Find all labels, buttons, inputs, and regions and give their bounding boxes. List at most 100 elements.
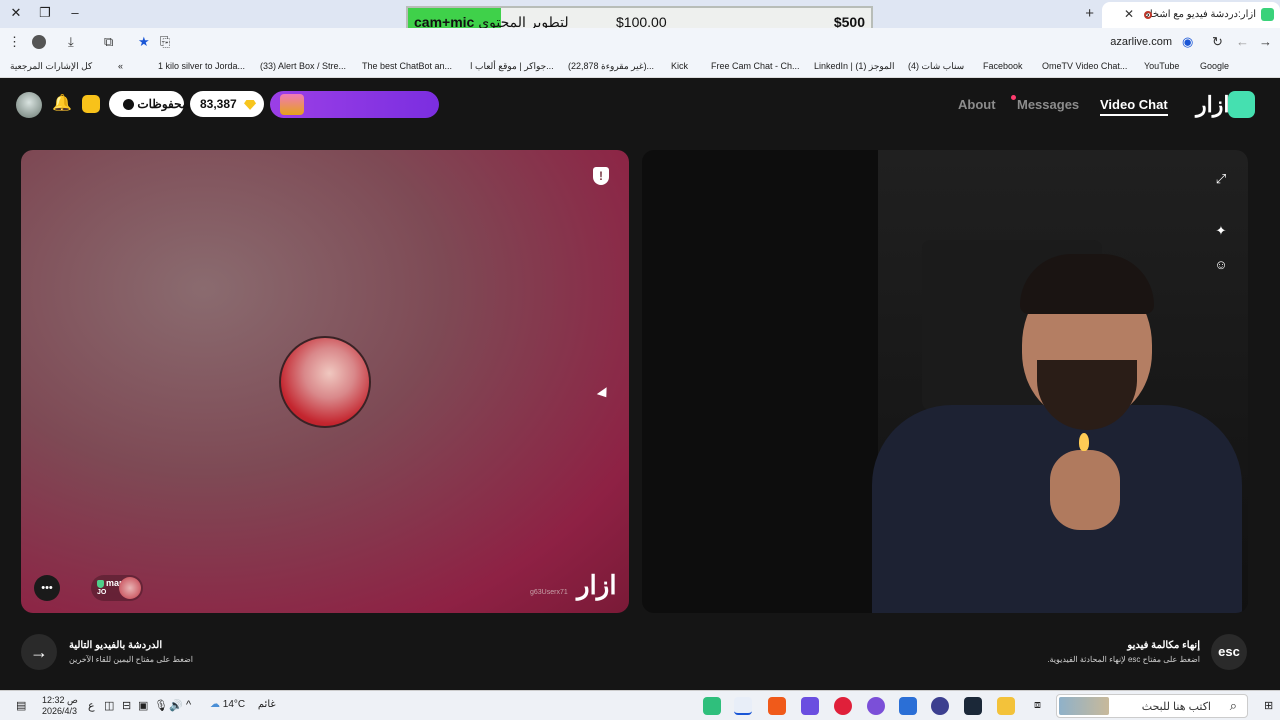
task-view-icon[interactable]: ⧈ — [1034, 699, 1041, 712]
bookmark-item[interactable]: Google — [1200, 61, 1229, 71]
peer-profile-picture — [279, 336, 371, 428]
weather-widget[interactable]: ☁ 14°C غائم — [210, 699, 276, 710]
tab-title: أزار:دردشة فيديو مع أشخاص — [1146, 9, 1256, 20]
share-icon[interactable]: ⎘ — [160, 34, 170, 50]
cloud-icon: ☁ — [210, 699, 220, 710]
tray-app-icon-2[interactable]: ▣ — [138, 699, 148, 712]
start-icon[interactable]: ⊞ — [1264, 699, 1273, 712]
shop-icon[interactable] — [82, 95, 100, 113]
chrome-icon[interactable] — [734, 697, 752, 715]
person-hand — [1050, 450, 1120, 530]
bookmark-item[interactable]: Facebook — [983, 61, 1023, 71]
next-chat-button[interactable]: → — [21, 634, 57, 670]
azar-logo[interactable]: ازار — [1196, 92, 1229, 118]
end-call-title: إنهاء مكالمة فيديو — [1127, 640, 1200, 651]
peer-user-id: g63Userx71 — [530, 589, 568, 596]
saved-button[interactable]: المحفوظات — [109, 91, 196, 117]
nav-video-chat[interactable]: Video Chat — [1100, 97, 1168, 116]
bookmark-item[interactable]: Kick — [671, 61, 688, 71]
azar-watermark: ازار — [577, 570, 617, 600]
self-video-panel: ⤢ ✦ ☺ — [642, 150, 1248, 613]
fullscreen-icon[interactable]: ⤢ — [1214, 172, 1228, 186]
taskbar-app-icon-3[interactable] — [867, 697, 885, 715]
tab-close-icon[interactable]: ✕ — [1124, 7, 1134, 21]
my-avatar[interactable] — [16, 92, 42, 118]
brave-icon[interactable] — [768, 697, 786, 715]
tray-app-icon[interactable]: ⊟ — [122, 699, 131, 712]
peer-video-panel: ! ••• marya JO g63Userx71 ازار — [21, 150, 629, 613]
bookmarks-overflow-icon[interactable]: « — [118, 61, 123, 71]
url-field[interactable]: azarlive.com — [1110, 36, 1172, 48]
volume-icon[interactable]: 🔊 — [169, 699, 183, 712]
promo-banner[interactable] — [270, 91, 439, 118]
bookmark-item[interactable]: 1 kilo silver to Jorda... — [158, 61, 245, 71]
reload-icon[interactable]: ↻ — [1212, 34, 1223, 50]
steam-icon[interactable] — [964, 697, 982, 715]
treasure-chest-icon — [280, 94, 304, 115]
taskbar-app-icon[interactable] — [703, 697, 721, 715]
clock-date: 2026/4/3 — [42, 706, 78, 716]
saved-label: المحفوظات — [137, 97, 196, 111]
taskbar-search[interactable]: اكتب هنا للبحث ⌕ — [1056, 694, 1248, 718]
bookmark-item[interactable]: LinkedIn | (1) الموجز — [814, 61, 895, 72]
back-icon[interactable]: → — [1259, 34, 1272, 49]
search-highlight-image — [1059, 697, 1109, 715]
obs-icon[interactable] — [931, 697, 949, 715]
taskbar-app-icon-2[interactable] — [801, 697, 819, 715]
notification-bell-icon[interactable]: 🔔 — [52, 93, 72, 113]
bookmark-star-icon[interactable]: ★ — [138, 34, 150, 50]
bookmark-item[interactable]: (22,878 غير مقروءة)... — [568, 61, 654, 72]
next-chat-title: الدردشة بالفيديو التالية — [69, 640, 163, 651]
notifications-icon[interactable]: ▤ — [16, 699, 26, 712]
face-filter-icon[interactable]: ☺ — [1214, 258, 1228, 272]
microphone-icon[interactable]: 🎙 — [154, 699, 168, 712]
search-placeholder: اكتب هنا للبحث — [1141, 701, 1211, 713]
window-minimize-icon[interactable]: – — [67, 5, 83, 21]
clock[interactable]: 12:32 ص 2026/4/3 — [42, 695, 78, 717]
forward-icon[interactable]: ← — [1236, 34, 1249, 49]
address-bar: ⋮ ⤓ ⧉ ★ ⎘ azarlive.com ◉ ↻ ← → — [0, 28, 1280, 56]
windows-taskbar: ▤ 12:32 ص 2026/4/3 ع ◫ ⊟ ▣ 🎙 🔊 ^ ☁ 14°C … — [0, 690, 1280, 720]
nav-about[interactable]: About — [958, 97, 996, 112]
new-tab-button[interactable]: + — [1085, 5, 1094, 22]
bookmark-item[interactable]: YouTube — [1144, 61, 1179, 71]
bookmark-item[interactable]: OmeTV Video Chat... — [1042, 61, 1127, 71]
gems-count: 83,387 — [200, 97, 237, 111]
azar-page: 🔔 المحفوظات 83,387 About Messages Video … — [0, 78, 1280, 690]
search-icon: ⌕ — [1229, 698, 1237, 713]
network-icon[interactable]: ◫ — [104, 699, 114, 712]
end-call-button[interactable]: esc — [1211, 634, 1247, 670]
peer-avatar[interactable] — [119, 577, 141, 599]
menu-dots-icon[interactable]: ⋮ — [8, 34, 21, 50]
input-language[interactable]: ع — [88, 699, 95, 712]
bookmark-item[interactable]: (33) Alert Box / Stre... — [260, 61, 346, 71]
bookmark-item[interactable]: (4) سناب شات — [908, 61, 964, 72]
site-info-icon[interactable]: ◉ — [1182, 34, 1193, 50]
bookmark-item[interactable]: Free Cam Chat - Ch... — [711, 61, 800, 71]
file-explorer-icon[interactable] — [997, 697, 1015, 715]
magic-wand-icon[interactable]: ✦ — [1214, 224, 1228, 238]
chat-bubble-icon[interactable]: ••• — [34, 575, 60, 601]
nav-messages[interactable]: Messages — [1017, 97, 1079, 112]
all-bookmarks-folder[interactable]: كل الإشارات المرجعية — [10, 61, 92, 72]
next-chat-subtitle: اضغط على مفتاح اليمين للقاء الآخرين — [69, 655, 194, 664]
bookmark-item[interactable]: جواكر | موقع ألعاب ا... — [470, 61, 554, 72]
browser-tab-azar[interactable]: أزار:دردشة فيديو مع أشخاص ✕ — [1102, 2, 1280, 28]
opera-icon[interactable] — [834, 697, 852, 715]
extensions-icon[interactable]: ⧉ — [104, 34, 113, 50]
store-icon[interactable] — [899, 697, 917, 715]
window-maximize-icon[interactable]: ❐ — [37, 5, 53, 21]
azar-logo-icon[interactable] — [1228, 91, 1255, 118]
report-icon[interactable]: ! — [593, 167, 609, 185]
clock-time: 12:32 ص — [42, 695, 78, 705]
bookmark-item[interactable]: The best ChatBot an... — [362, 61, 452, 71]
weather-temp: 14°C — [222, 699, 246, 710]
bookmarks-bar: Google YouTube OmeTV Video Chat... Faceb… — [0, 56, 1280, 78]
gems-button[interactable]: 83,387 — [190, 91, 264, 117]
tray-chevron-icon[interactable]: ^ — [186, 699, 191, 711]
window-close-icon[interactable]: ✕ — [8, 5, 24, 21]
download-icon[interactable]: ⤓ — [68, 34, 74, 50]
recording-indicator-icon — [1144, 11, 1152, 19]
peer-country: JO — [97, 589, 107, 596]
profile-avatar[interactable] — [32, 35, 46, 49]
